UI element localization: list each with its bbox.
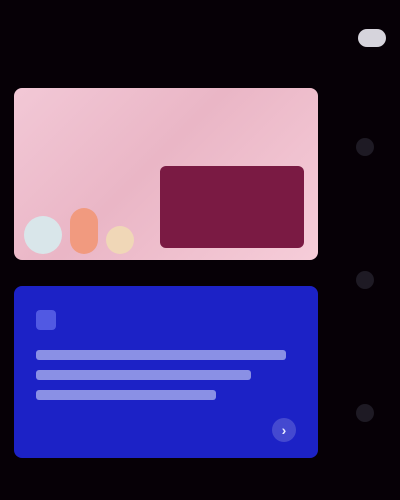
app-screen: › (0, 0, 400, 500)
header-action-button[interactable] (358, 29, 386, 47)
blue-card-text-lines (36, 350, 286, 400)
illustration-shape (70, 208, 98, 254)
text-line (36, 390, 216, 400)
text-line (36, 350, 286, 360)
pink-card-panel (160, 166, 304, 248)
app-icon (36, 310, 56, 330)
promo-card-pink[interactable] (14, 88, 318, 260)
illustration-shape (106, 226, 134, 254)
text-line (36, 370, 251, 380)
peek-marker-icon (356, 270, 374, 289)
chevron-right-icon[interactable]: › (272, 418, 296, 442)
next-card-peek[interactable] (330, 80, 400, 480)
peek-marker-icon (356, 404, 374, 423)
pink-illustration (24, 184, 164, 254)
page-header (14, 16, 386, 60)
peek-marker-icon (356, 137, 374, 156)
illustration-shape (24, 216, 62, 254)
promo-card-blue[interactable]: › (14, 286, 318, 458)
blue-card-header (36, 310, 66, 330)
blue-card-footer: › (36, 418, 296, 442)
